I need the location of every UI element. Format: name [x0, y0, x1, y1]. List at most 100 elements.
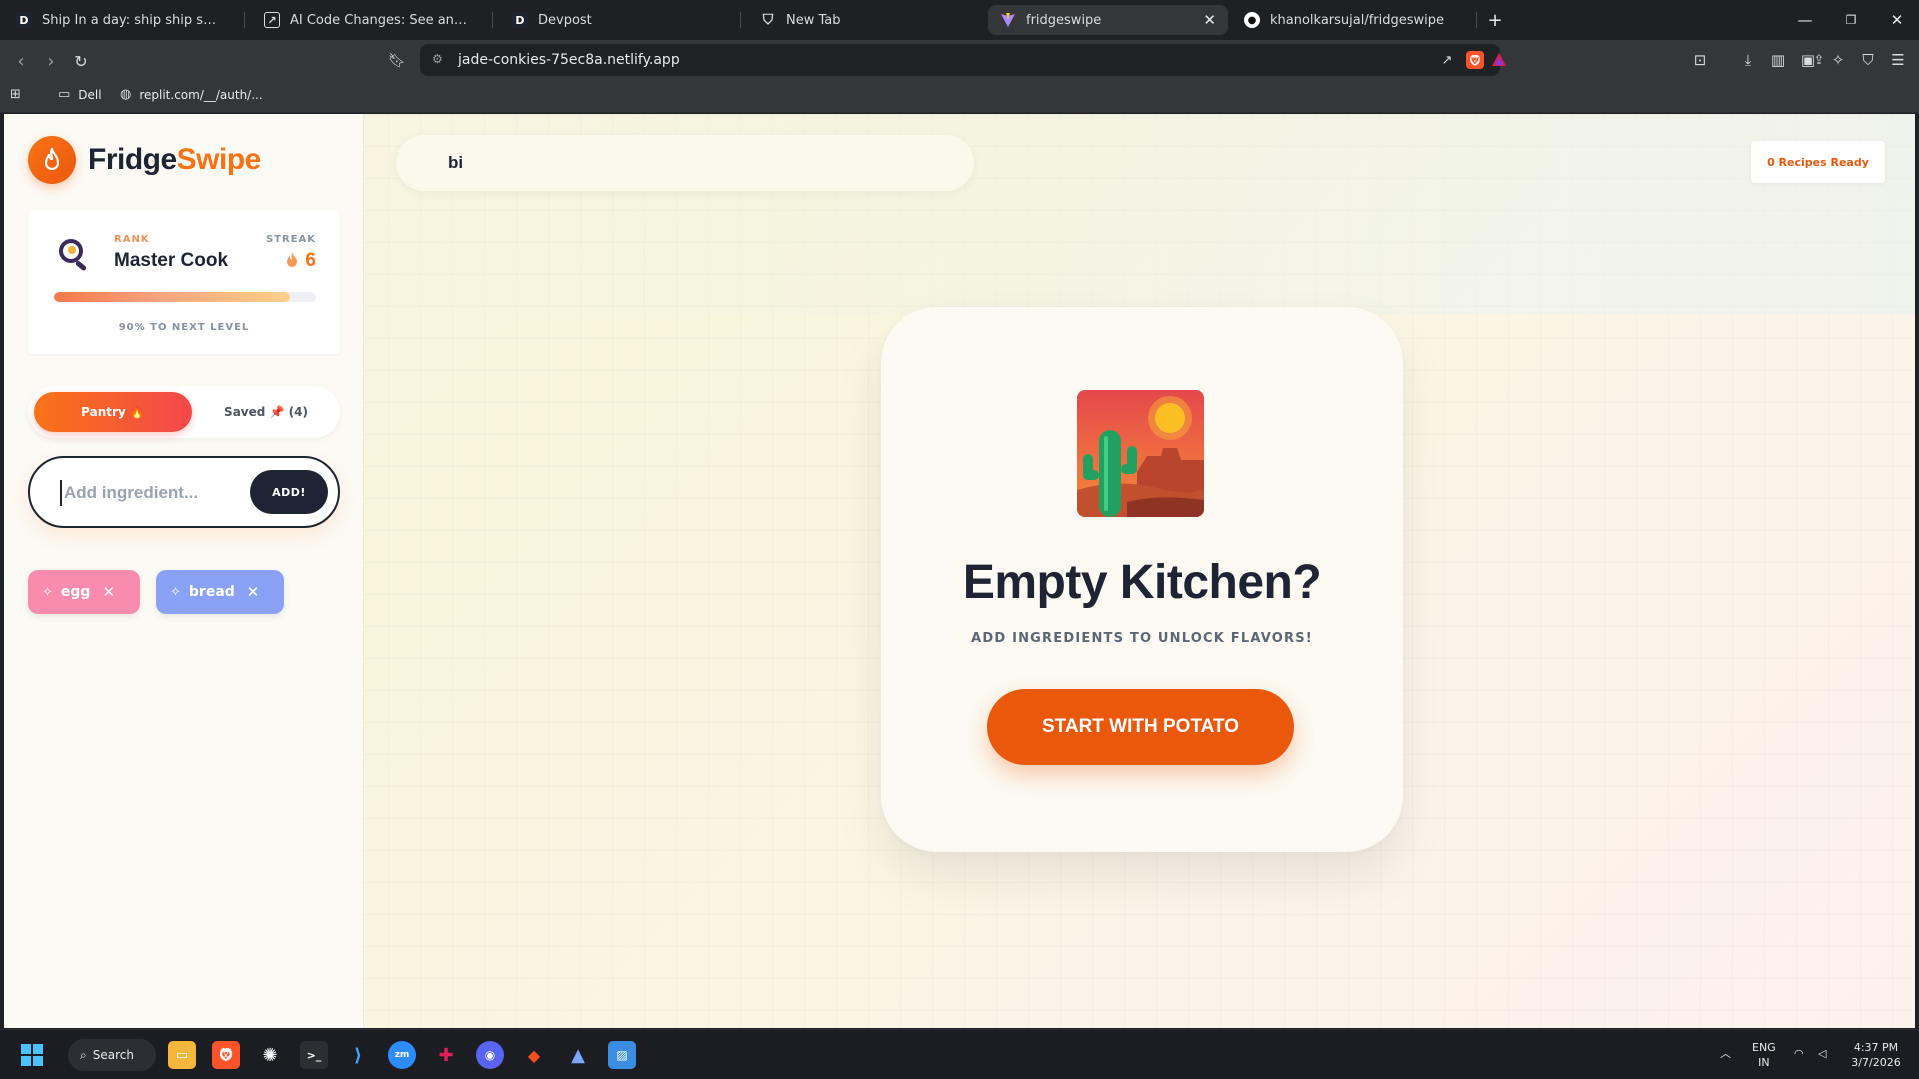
chip-label: bread	[188, 584, 235, 600]
restore-icon[interactable]: ❐	[1836, 8, 1866, 32]
date-text: 3/7/2026	[1851, 1056, 1901, 1069]
empty-state-title: Empty Kitchen?	[962, 556, 1322, 609]
rank-card: RANK Master Cook STREAK 6 90% TO NEXT LE…	[28, 210, 340, 354]
clock[interactable]: 4:37 PM 3/7/2026	[1846, 1040, 1906, 1070]
brave-shields-icon[interactable]: 🦁︎	[1466, 51, 1484, 69]
flame-logo-icon	[28, 136, 76, 184]
browser-tab-2[interactable]: ↗ AI Code Changes: See and Apply | Go	[252, 5, 484, 35]
remove-chip-icon[interactable]: ✕	[247, 583, 260, 601]
level-progress-bar	[54, 292, 316, 302]
file-explorer-icon[interactable]: ▭	[168, 1041, 196, 1069]
bookmark-replit[interactable]: ◍ replit.com/__/auth/...	[120, 87, 263, 102]
github-icon: ●	[1244, 12, 1260, 28]
share-page-icon[interactable]: ↗	[1438, 51, 1456, 69]
slack-icon[interactable]: ✚	[432, 1041, 460, 1069]
streak-label: STREAK	[265, 234, 316, 245]
sidebar: FridgeSwipe RANK Master Cook STREAK 6 90…	[4, 114, 364, 1028]
desert-cactus-icon	[1077, 390, 1204, 517]
language-indicator[interactable]: ENG IN	[1752, 1040, 1776, 1070]
devpost-icon: D	[16, 12, 32, 28]
browser-tab-3[interactable]: D Devpost	[500, 5, 732, 35]
tab-title: New Tab	[786, 12, 841, 28]
search-query[interactable]: bi	[448, 153, 463, 173]
browser-toolbar: ‹ › ↻ 🔖︎ ⚙ jade-conkies-75ec8a.netlify.a…	[0, 40, 1919, 80]
level-progress-fill	[54, 292, 290, 302]
browser-tab-bar: D Ship In a day: ship ship ship - Devpos…	[0, 0, 1919, 40]
sparkle-icon: ✧	[170, 584, 181, 600]
address-bar[interactable]: ⚙ jade-conkies-75ec8a.netlify.app ⇪ ↗ 🦁︎	[420, 44, 1824, 76]
view-toggle: Pantry 🔥 Saved 📌 (4)	[28, 386, 340, 438]
leo-ai-icon[interactable]: ✧	[1828, 50, 1848, 70]
remove-chip-icon[interactable]: ✕	[102, 583, 115, 601]
terminal-icon[interactable]: >_	[300, 1041, 328, 1069]
brand-name: FridgeSwipe	[88, 143, 261, 177]
browser-tab-5-active[interactable]: fridgeswipe ✕	[988, 5, 1228, 35]
brand[interactable]: FridgeSwipe	[28, 136, 261, 184]
reload-icon[interactable]: ↻	[68, 48, 94, 74]
lang-text: ENG	[1752, 1041, 1776, 1054]
photos-icon[interactable]: ▨	[608, 1041, 636, 1069]
minimize-icon[interactable]: —	[1790, 8, 1820, 32]
vscode-icon[interactable]: ⟩	[344, 1041, 372, 1069]
windows-start-icon[interactable]	[18, 1041, 46, 1069]
new-tab-icon[interactable]: +	[1480, 8, 1510, 32]
discord-icon[interactable]: ◉	[476, 1041, 504, 1069]
region-text: IN	[1758, 1056, 1770, 1069]
taskbar-search[interactable]: ⌕ Search	[68, 1039, 156, 1071]
site-info-icon[interactable]: ⚙	[432, 52, 448, 68]
ingredient-chip-bread[interactable]: ✧ bread ✕	[156, 570, 284, 614]
forward-icon[interactable]: ›	[38, 48, 64, 74]
time-text: 4:37 PM	[1853, 1041, 1899, 1054]
add-ingredient-form: ADD!	[28, 456, 340, 528]
download-icon[interactable]: ⤓	[1738, 50, 1758, 70]
ingredient-chip-egg[interactable]: ✧ egg ✕	[28, 570, 140, 614]
browser-tab-4[interactable]: ⛉ New Tab	[748, 5, 980, 35]
close-window-icon[interactable]: ✕	[1882, 8, 1912, 32]
add-button[interactable]: ADD!	[250, 470, 328, 514]
url-text[interactable]: jade-conkies-75ec8a.netlify.app	[458, 52, 680, 68]
bookmark-label: replit.com/__/auth/...	[139, 87, 263, 102]
app-triangle-icon[interactable]: ▲	[564, 1041, 592, 1069]
tab-pantry[interactable]: Pantry 🔥	[34, 392, 192, 432]
chip-label: egg	[60, 584, 91, 600]
empty-state-subtitle: ADD INGREDIENTS TO UNLOCK FLAVORS!	[971, 631, 1313, 646]
vite-icon	[1000, 12, 1016, 28]
flame-icon	[285, 251, 299, 272]
sidebar-icon[interactable]: ▥	[1768, 50, 1788, 70]
menu-icon[interactable]: ☰	[1888, 50, 1908, 70]
recipe-search-bar[interactable]: bi	[396, 135, 974, 191]
brave-browser-icon[interactable]: 🦁︎	[212, 1041, 240, 1069]
brave-shield-icon: ⛉	[762, 12, 774, 28]
start-with-potato-button[interactable]: START WITH POTATO	[987, 689, 1294, 765]
screenshot-icon[interactable]: ⊡	[1690, 50, 1710, 70]
brave-rewards-icon[interactable]	[1490, 51, 1508, 69]
chatgpt-icon[interactable]: ✺	[256, 1041, 284, 1069]
rank-value: Master Cook	[114, 250, 229, 271]
apps-grid-icon[interactable]: ⊞	[10, 87, 29, 102]
close-tab-icon[interactable]: ✕	[1193, 11, 1216, 29]
zoom-icon[interactable]: zm	[388, 1041, 416, 1069]
wifi-icon[interactable]: ◠	[1794, 1046, 1804, 1061]
tab-title: Ship In a day: ship ship ship - Devpos	[42, 12, 224, 28]
bookmark-icon[interactable]: 🔖︎	[384, 48, 410, 74]
browser-tab-6[interactable]: ● khanolkarsujal/fridgeswipe	[1232, 5, 1464, 35]
streak-value: 6	[285, 250, 316, 272]
tab-title: AI Code Changes: See and Apply | Go	[290, 12, 472, 28]
bookmark-dell[interactable]: ▭ Dell	[58, 87, 102, 102]
windows-taskbar: ⌕ Search ▭ 🦁︎ ✺ >_ ⟩ zm ✚ ◉ ◆ ▲ ▨ ︿ ENG …	[0, 1029, 1919, 1079]
volume-icon[interactable]: ◁	[1818, 1046, 1826, 1061]
progress-text: 90% TO NEXT LEVEL	[118, 322, 250, 333]
figma-icon[interactable]: ◆	[520, 1041, 548, 1069]
frying-pan-icon	[56, 236, 92, 272]
streak-number: 6	[305, 250, 316, 271]
wallet-icon[interactable]: ▣	[1798, 50, 1818, 70]
tab-saved[interactable]: Saved 📌 (4)	[198, 392, 334, 432]
browser-tab-1[interactable]: D Ship In a day: ship ship ship - Devpos	[4, 5, 236, 35]
add-ingredient-input[interactable]	[60, 480, 230, 506]
back-icon[interactable]: ‹	[8, 48, 34, 74]
external-link-icon: ↗	[264, 12, 280, 28]
brand-part-1: Fridge	[88, 143, 177, 176]
tray-chevron-icon[interactable]: ︿	[1720, 1046, 1731, 1061]
brand-part-2: Swipe	[176, 143, 262, 176]
vpn-shield-icon[interactable]: ⛉	[1858, 50, 1878, 70]
